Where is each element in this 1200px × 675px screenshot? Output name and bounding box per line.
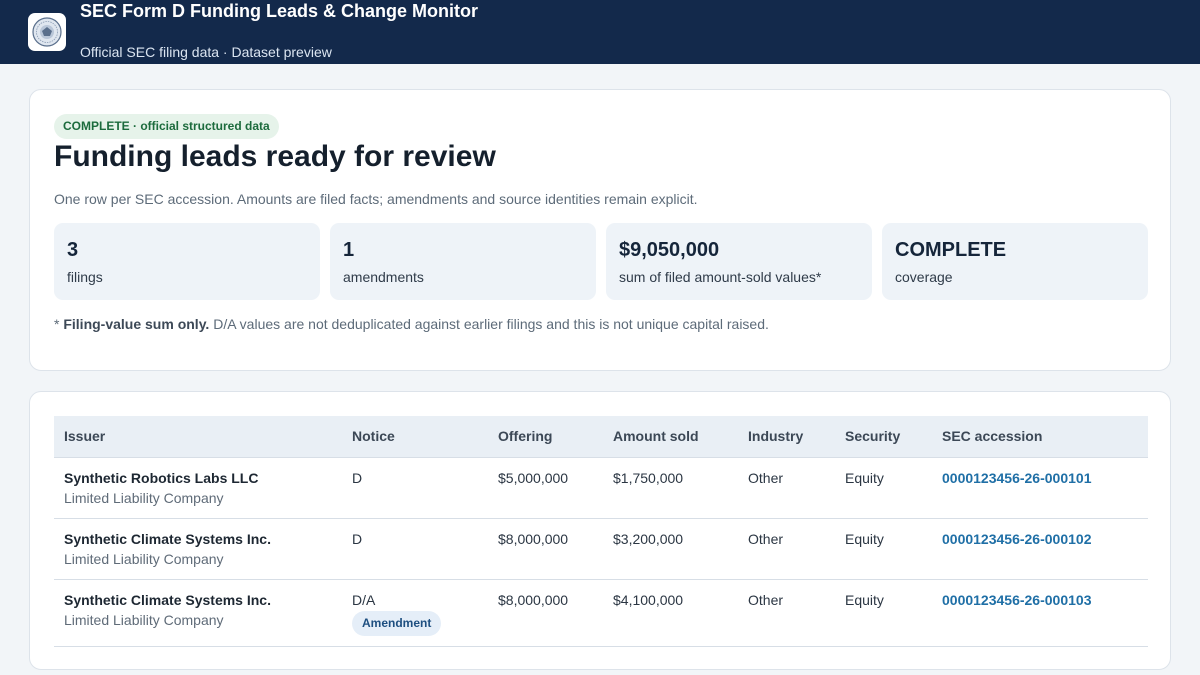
stat-value: COMPLETE bbox=[895, 239, 1007, 261]
stat-coverage: COMPLETE coverage bbox=[882, 223, 1148, 300]
filings-table: Issuer Notice Offering Amount sold Indus… bbox=[54, 416, 1148, 647]
column-header-issuer: Issuer bbox=[54, 416, 342, 458]
table-row: Synthetic Climate Systems Inc. Limited L… bbox=[54, 579, 1148, 647]
status-badge: COMPLETE · official structured data bbox=[54, 114, 279, 139]
notice-cell: D bbox=[342, 518, 488, 580]
filings-table-card: Issuer Notice Offering Amount sold Indus… bbox=[29, 391, 1171, 670]
security-cell: Equity bbox=[835, 579, 932, 647]
summary-card: COMPLETE · official structured data Fund… bbox=[29, 89, 1171, 371]
table-header-row: Issuer Notice Offering Amount sold Indus… bbox=[54, 416, 1148, 458]
accession-link[interactable]: 0000123456-26-000102 bbox=[942, 531, 1091, 547]
stat-value: 3 bbox=[67, 239, 79, 261]
stat-value: $9,050,000 bbox=[619, 239, 720, 261]
stat-amount-sold-sum: $9,050,000 sum of filed amount-sold valu… bbox=[606, 223, 872, 300]
footnote-text: D/A values are not deduplicated against … bbox=[209, 316, 769, 332]
table-row: Synthetic Robotics Labs LLC Limited Liab… bbox=[54, 457, 1148, 519]
security-cell: Equity bbox=[835, 518, 932, 580]
stat-filings: 3 filings bbox=[54, 223, 320, 300]
amendment-badge: Amendment bbox=[352, 610, 442, 636]
stat-label: sum of filed amount-sold values* bbox=[619, 269, 822, 285]
column-header-industry: Industry bbox=[738, 416, 835, 458]
stat-label: coverage bbox=[895, 269, 953, 285]
accession-cell: 0000123456-26-000103 bbox=[932, 579, 1148, 647]
column-header-security: Security bbox=[835, 416, 932, 458]
issuer-name: Synthetic Robotics Labs LLC bbox=[64, 469, 259, 486]
footnote: * Filing-value sum only. D/A values are … bbox=[54, 316, 769, 332]
stat-amendments: 1 amendments bbox=[330, 223, 596, 300]
accession-link[interactable]: 0000123456-26-000103 bbox=[942, 592, 1091, 608]
industry-cell: Other bbox=[738, 457, 835, 519]
amount-sold-cell: $4,100,000 bbox=[603, 579, 738, 647]
sec-seal-icon bbox=[28, 13, 66, 51]
issuer-name: Synthetic Climate Systems Inc. bbox=[64, 591, 271, 608]
column-header-notice: Notice bbox=[342, 416, 488, 458]
issuer-cell: Synthetic Climate Systems Inc. Limited L… bbox=[54, 518, 342, 580]
stat-label: amendments bbox=[343, 269, 424, 285]
notice-cell: D/A Amendment bbox=[342, 579, 488, 647]
security-cell: Equity bbox=[835, 457, 932, 519]
issuer-cell: Synthetic Robotics Labs LLC Limited Liab… bbox=[54, 457, 342, 519]
footnote-marker: * bbox=[54, 316, 64, 332]
issuer-type: Limited Liability Company bbox=[64, 550, 224, 567]
issuer-type: Limited Liability Company bbox=[64, 489, 224, 506]
amount-sold-cell: $1,750,000 bbox=[603, 457, 738, 519]
page-title: Funding leads ready for review bbox=[54, 140, 496, 173]
offering-cell: $5,000,000 bbox=[488, 457, 603, 519]
amount-sold-cell: $3,200,000 bbox=[603, 518, 738, 580]
industry-cell: Other bbox=[738, 579, 835, 647]
issuer-name: Synthetic Climate Systems Inc. bbox=[64, 530, 271, 547]
column-header-offering: Offering bbox=[488, 416, 603, 458]
app-subtitle: Official SEC filing data · Dataset previ… bbox=[80, 44, 332, 60]
accession-link[interactable]: 0000123456-26-000101 bbox=[942, 470, 1091, 486]
issuer-cell: Synthetic Climate Systems Inc. Limited L… bbox=[54, 579, 342, 647]
table-row: Synthetic Climate Systems Inc. Limited L… bbox=[54, 518, 1148, 580]
footnote-emphasis: Filing-value sum only. bbox=[63, 316, 210, 332]
summary-description: One row per SEC accession. Amounts are f… bbox=[54, 191, 698, 207]
app-header: SEC Form D Funding Leads & Change Monito… bbox=[0, 0, 1200, 64]
accession-cell: 0000123456-26-000102 bbox=[932, 518, 1148, 580]
stat-value: 1 bbox=[343, 239, 355, 261]
accession-cell: 0000123456-26-000101 bbox=[932, 457, 1148, 519]
column-header-sec-accession: SEC accession bbox=[932, 416, 1148, 458]
stat-label: filings bbox=[67, 269, 103, 285]
issuer-type: Limited Liability Company bbox=[64, 611, 224, 628]
industry-cell: Other bbox=[738, 518, 835, 580]
column-header-amount-sold: Amount sold bbox=[603, 416, 738, 458]
notice-cell: D bbox=[342, 457, 488, 519]
app-title: SEC Form D Funding Leads & Change Monito… bbox=[80, 1, 478, 21]
offering-cell: $8,000,000 bbox=[488, 579, 603, 647]
offering-cell: $8,000,000 bbox=[488, 518, 603, 580]
notice-type: D/A bbox=[352, 591, 376, 608]
